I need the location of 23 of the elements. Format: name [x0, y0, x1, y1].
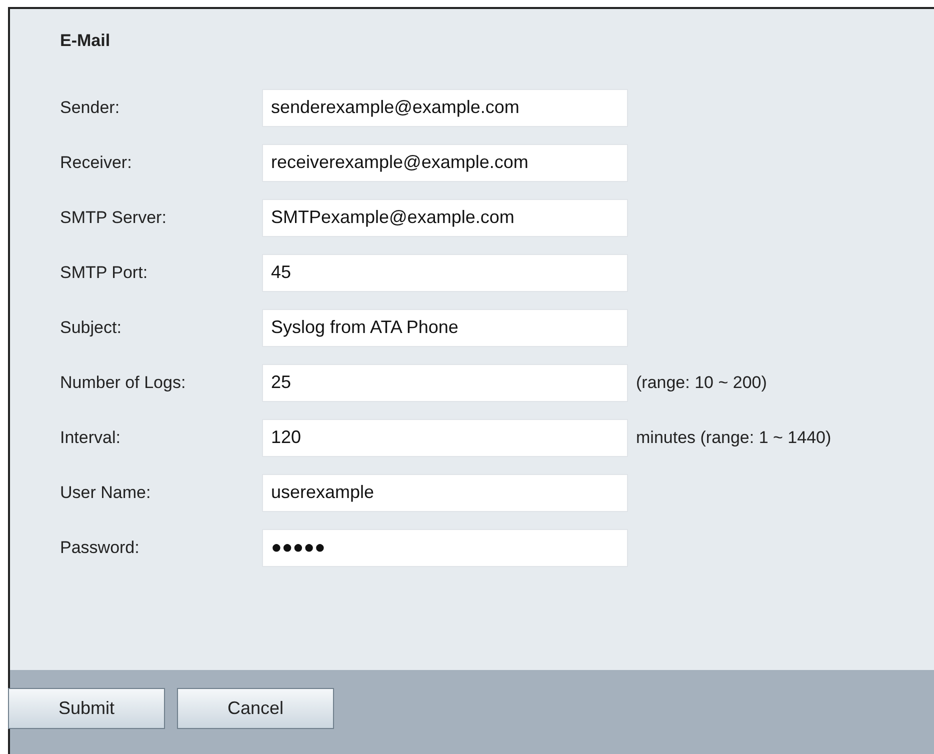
field-label: Sender:	[60, 98, 121, 118]
section-title: E-Mail	[60, 31, 112, 51]
field-label: SMTP Server:	[60, 208, 168, 228]
input-field[interactable]: 25	[262, 364, 628, 402]
input-field[interactable]: userexample	[262, 474, 628, 512]
range-hint: (range: 10 ~ 200)	[636, 372, 767, 392]
input-field[interactable]: 45	[262, 254, 628, 292]
input-field[interactable]: receiverexample@example.com	[262, 144, 628, 182]
range-hint: minutes (range: 1 ~ 1440)	[636, 428, 832, 448]
field-label: SMTP Port:	[60, 262, 149, 282]
field-label: Interval:	[60, 428, 122, 448]
input-field[interactable]: ●●●●●	[262, 528, 628, 566]
field-label: Receiver:	[60, 152, 133, 172]
field-label: Password:	[60, 538, 140, 558]
field-label: Number of Logs:	[60, 372, 187, 392]
action-button[interactable]: Submit	[8, 688, 165, 729]
field-label: Subject:	[60, 318, 122, 338]
input-field[interactable]: SMTPexample@example.com	[262, 198, 628, 236]
action-button[interactable]: Cancel	[177, 688, 334, 729]
input-field[interactable]: 120	[262, 418, 628, 456]
field-label: User Name:	[60, 482, 152, 502]
input-field[interactable]: Syslog from ATA Phone	[262, 308, 628, 346]
input-field[interactable]: senderexample@example.com	[262, 88, 628, 126]
